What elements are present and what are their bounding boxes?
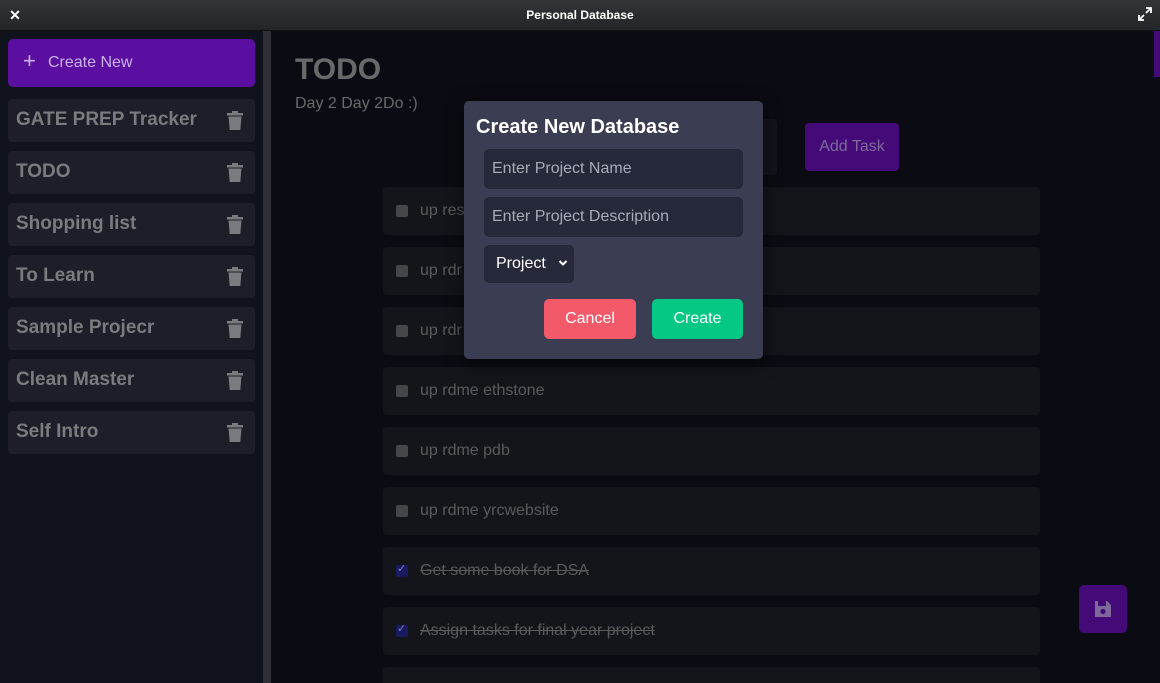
sidebar-item-label: TODO [16, 161, 71, 182]
window-title: Personal Database [526, 8, 634, 22]
window-titlebar: ✕ Personal Database [0, 0, 1160, 31]
database-type-value: Project [496, 255, 546, 272]
sidebar-item-todo[interactable]: TODO [8, 151, 255, 194]
sidebar: + Create New GATE PREP Tracker TODO Shop… [0, 31, 263, 683]
sidebar-item-label: Self Intro [16, 421, 99, 442]
project-description-input[interactable] [484, 197, 743, 237]
sidebar-item-clean-master[interactable]: Clean Master [8, 359, 255, 402]
sidebar-item-to-learn[interactable]: To Learn [8, 255, 255, 298]
sidebar-item-label: To Learn [16, 265, 95, 286]
sidebar-item-label: Shopping list [16, 213, 137, 234]
database-type-select[interactable]: Project [484, 245, 574, 283]
trash-icon[interactable] [227, 111, 243, 130]
sidebar-item-label: Sample Projecr [16, 317, 155, 338]
trash-icon[interactable] [227, 215, 243, 234]
trash-icon[interactable] [227, 163, 243, 182]
trash-icon[interactable] [227, 267, 243, 286]
create-database-dialog: Create New Database Project Cancel Creat… [464, 101, 763, 359]
sidebar-item-shopping-list[interactable]: Shopping list [8, 203, 255, 246]
trash-icon[interactable] [227, 371, 243, 390]
sidebar-item-label: GATE PREP Tracker [16, 109, 197, 130]
sidebar-item-label: Clean Master [16, 369, 135, 390]
create-button[interactable]: Create [652, 299, 743, 339]
project-name-input[interactable] [484, 149, 743, 189]
sidebar-item-self-intro[interactable]: Self Intro [8, 411, 255, 454]
maximize-icon[interactable] [1138, 7, 1152, 23]
trash-icon[interactable] [227, 319, 243, 338]
create-new-label: Create New [48, 54, 133, 71]
create-new-button[interactable]: + Create New [8, 39, 255, 87]
sidebar-item-gate-prep-tracker[interactable]: GATE PREP Tracker [8, 99, 255, 142]
sidebar-resize-handle[interactable] [263, 31, 271, 683]
sidebar-item-sample-projecr[interactable]: Sample Projecr [8, 307, 255, 350]
cancel-button[interactable]: Cancel [544, 299, 636, 339]
dialog-title: Create New Database [476, 116, 680, 138]
trash-icon[interactable] [227, 423, 243, 442]
plus-icon: + [23, 48, 36, 73]
chevron-down-icon [558, 260, 568, 266]
